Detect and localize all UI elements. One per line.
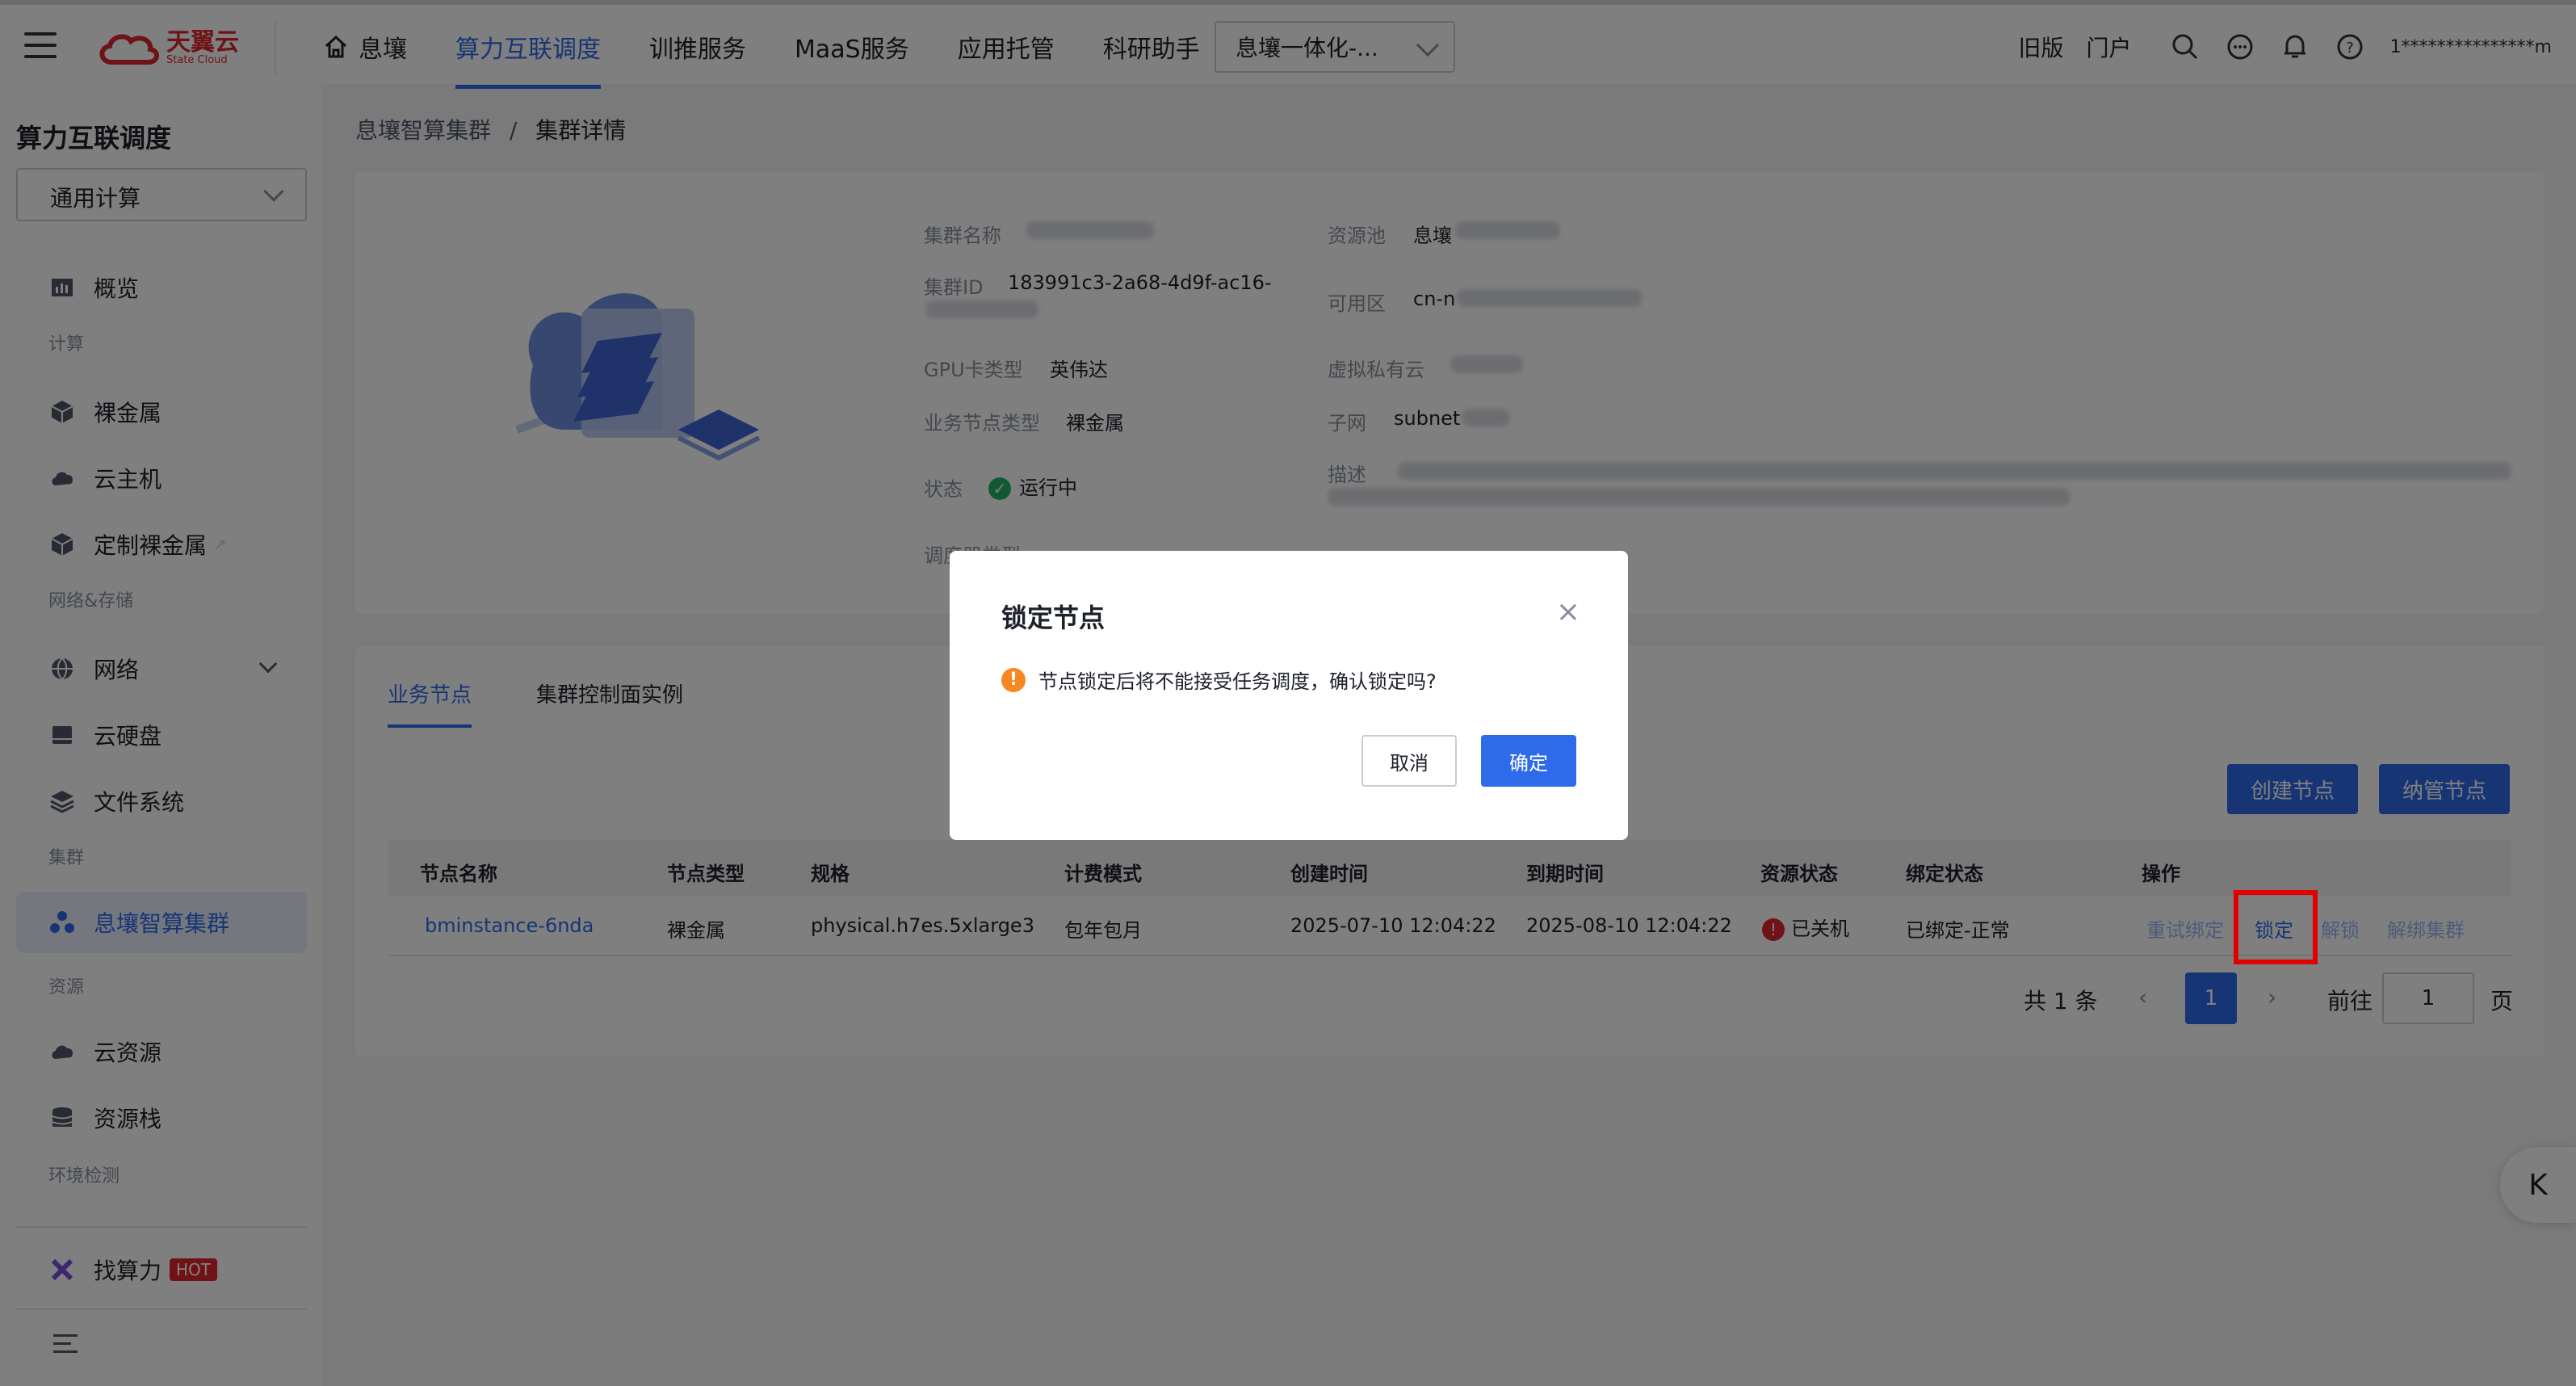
dialog-title: 锁定节点	[1001, 603, 1105, 633]
highlight-box	[2234, 890, 2318, 964]
dialog-message-text: 节点锁定后将不能接受任务调度，确认锁定吗?	[1038, 670, 1437, 693]
warning-icon: !	[1001, 667, 1026, 692]
cancel-button[interactable]: 取消	[1361, 735, 1457, 787]
confirm-button[interactable]: 确定	[1481, 735, 1576, 787]
lock-node-dialog: 锁定节点 × ! 节点锁定后将不能接受任务调度，确认锁定吗? 取消 确定	[950, 551, 1628, 840]
dialog-message: ! 节点锁定后将不能接受任务调度，确认锁定吗?	[1001, 666, 1437, 694]
close-icon[interactable]: ×	[1552, 596, 1584, 628]
